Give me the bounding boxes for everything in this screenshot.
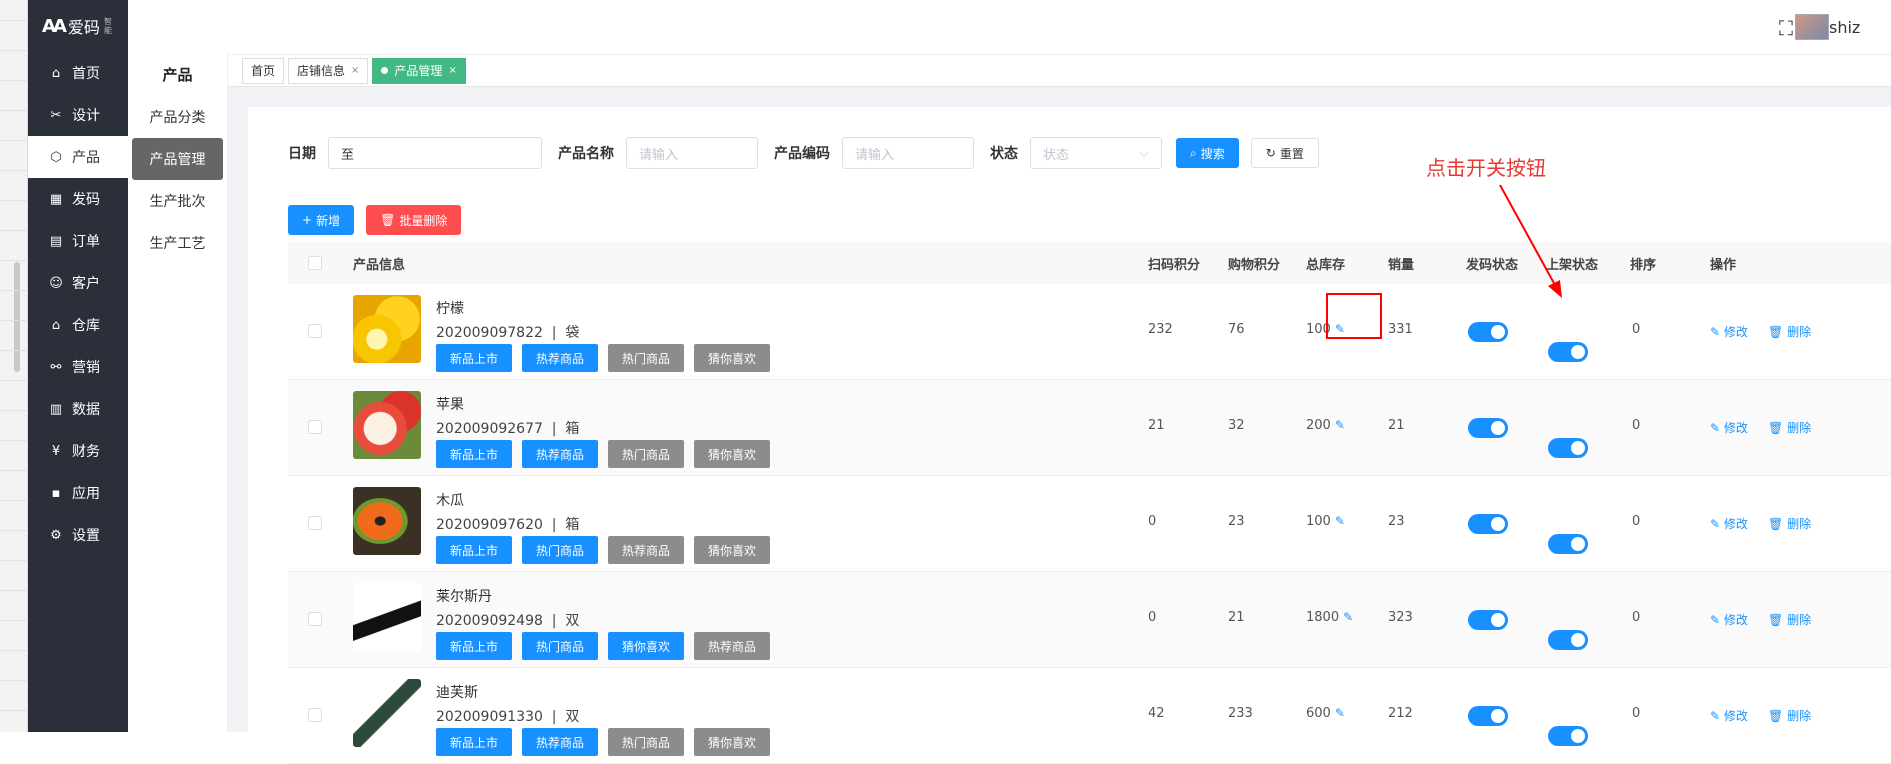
- product-tag[interactable]: 热荐商品: [522, 728, 599, 756]
- annotation-arrow-icon: [1499, 184, 1562, 298]
- product-tag[interactable]: 热门商品: [608, 728, 685, 756]
- product-tags: 新品上市 热荐商品 热门商品 猜你喜欢: [436, 728, 771, 756]
- product-tag[interactable]: 新品上市: [436, 728, 513, 756]
- product-tag[interactable]: 猜你喜欢: [694, 728, 771, 756]
